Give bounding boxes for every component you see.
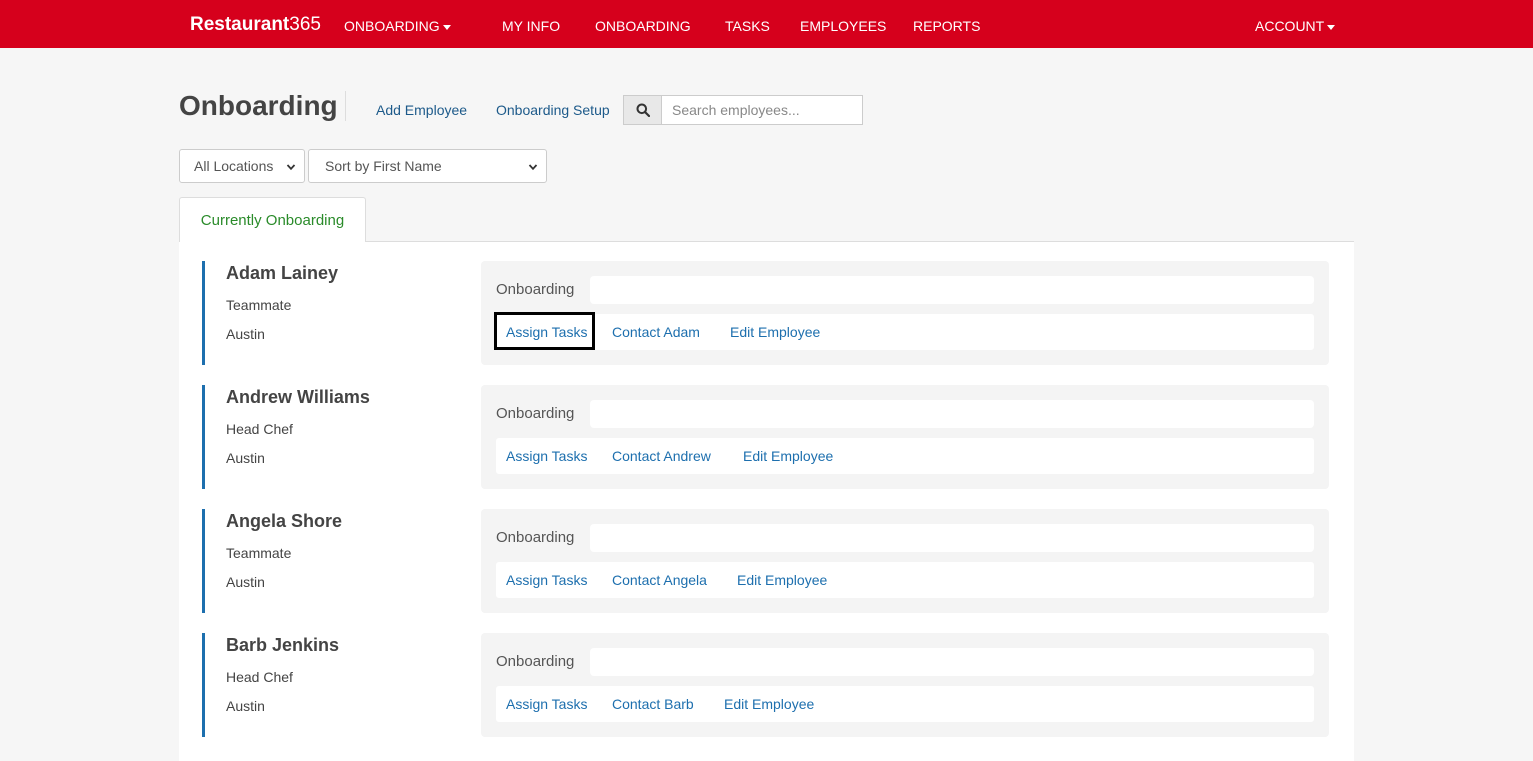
tab-currently-onboarding[interactable]: Currently Onboarding <box>179 197 366 242</box>
nav-employees[interactable]: EMPLOYEES <box>800 17 886 35</box>
employee-actions: Assign Tasks Contact Angela Edit Employe… <box>496 562 1314 598</box>
employee-card: Onboarding Assign Tasks Contact Andrew E… <box>481 385 1329 489</box>
page-title: Onboarding <box>179 90 338 121</box>
sort-select[interactable]: Sort by First Name <box>308 149 547 183</box>
assign-tasks-link[interactable]: Assign Tasks <box>506 571 587 589</box>
employee-actions: Assign Tasks Contact Barb Edit Employee <box>496 686 1314 722</box>
contact-employee-link[interactable]: Contact Andrew <box>612 447 711 465</box>
contact-employee-link[interactable]: Contact Adam <box>612 323 700 341</box>
employee-actions: Assign Tasks Contact Andrew Edit Employe… <box>496 438 1314 474</box>
assign-tasks-link[interactable]: Assign Tasks <box>506 695 587 713</box>
employee-info: Adam Lainey Teammate Austin <box>202 261 462 365</box>
employee-info: Andrew Williams Head Chef Austin <box>202 385 462 489</box>
top-navbar: Restaurant365 ONBOARDING MY INFO ONBOARD… <box>0 0 1533 48</box>
employee-name: Barb Jenkins <box>226 635 340 655</box>
status-label: Onboarding <box>496 281 575 298</box>
search-button[interactable] <box>623 95 662 125</box>
employee-name: Adam Lainey <box>226 263 339 283</box>
brand-logo-bold: Restaurant <box>190 14 290 35</box>
employee-location: Austin <box>226 450 265 466</box>
employee-name: Andrew Williams <box>226 387 370 407</box>
status-label: Onboarding <box>496 405 575 422</box>
employee-role: Head Chef <box>226 421 293 437</box>
search-icon <box>636 103 650 117</box>
nav-my-info[interactable]: MY INFO <box>502 17 560 35</box>
status-label: Onboarding <box>496 653 575 670</box>
contact-employee-link[interactable]: Contact Angela <box>612 571 707 589</box>
edit-employee-link[interactable]: Edit Employee <box>737 571 827 589</box>
account-dropdown[interactable]: ACCOUNT <box>1255 17 1336 35</box>
status-bar <box>590 276 1314 304</box>
employee-role: Teammate <box>226 297 292 313</box>
employee-role: Teammate <box>226 545 292 561</box>
employee-location: Austin <box>226 574 265 590</box>
caret-down-icon <box>442 24 451 30</box>
employee-name: Angela Shore <box>226 511 343 531</box>
caret-down-icon <box>1327 24 1336 30</box>
employee-card: Onboarding Assign Tasks Contact Adam Edi… <box>481 261 1329 365</box>
nav-reports[interactable]: REPORTS <box>913 17 980 35</box>
account-label: ACCOUNT <box>1255 18 1325 34</box>
location-select[interactable]: All Locations <box>179 149 305 183</box>
nav-onboarding[interactable]: ONBOARDING <box>595 17 691 35</box>
chevron-down-icon <box>528 164 538 171</box>
chevron-down-icon <box>286 164 296 171</box>
brand-logo[interactable]: Restaurant365 <box>190 14 321 36</box>
edit-employee-link[interactable]: Edit Employee <box>743 447 833 465</box>
nav-tasks[interactable]: TASKS <box>725 17 770 35</box>
add-employee-link[interactable]: Add Employee <box>376 101 467 119</box>
edit-employee-link[interactable]: Edit Employee <box>730 323 820 341</box>
status-label: Onboarding <box>496 529 575 546</box>
onboarding-setup-link[interactable]: Onboarding Setup <box>496 101 610 119</box>
search-input[interactable] <box>661 95 863 125</box>
status-bar <box>590 524 1314 552</box>
product-menu-dropdown[interactable]: ONBOARDING <box>344 17 451 35</box>
employee-info: Angela Shore Teammate Austin <box>202 509 462 613</box>
employee-role: Head Chef <box>226 669 293 685</box>
status-bar <box>590 400 1314 428</box>
employee-info: Barb Jenkins Head Chef Austin <box>202 633 462 737</box>
location-select-value: All Locations <box>194 158 274 174</box>
title-divider <box>345 91 346 121</box>
employee-location: Austin <box>226 326 265 342</box>
assign-tasks-link[interactable]: Assign Tasks <box>506 447 587 465</box>
brand-logo-light: 365 <box>289 14 321 35</box>
product-menu-label: ONBOARDING <box>344 18 440 34</box>
contact-employee-link[interactable]: Contact Barb <box>612 695 694 713</box>
employee-card: Onboarding Assign Tasks Contact Angela E… <box>481 509 1329 613</box>
assign-tasks-link[interactable]: Assign Tasks <box>506 323 587 341</box>
edit-employee-link[interactable]: Edit Employee <box>724 695 814 713</box>
sort-select-value: Sort by First Name <box>325 158 442 174</box>
employee-actions: Assign Tasks Contact Adam Edit Employee <box>494 312 1314 350</box>
employee-card: Onboarding Assign Tasks Contact Barb Edi… <box>481 633 1329 737</box>
employee-location: Austin <box>226 698 265 714</box>
status-bar <box>590 648 1314 676</box>
